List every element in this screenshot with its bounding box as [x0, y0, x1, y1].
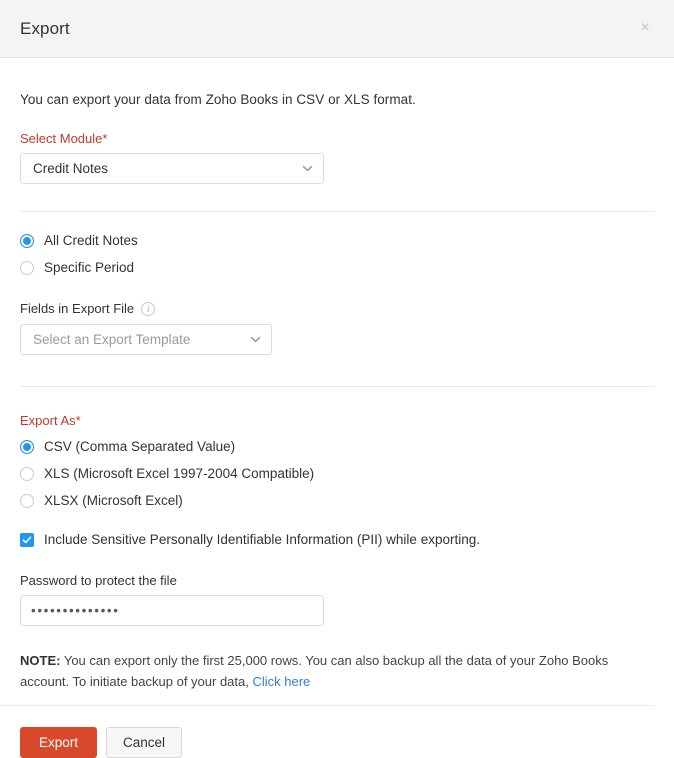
radio-label: XLS (Microsoft Excel 1997-2004 Compatibl… — [44, 466, 315, 481]
select-module-value: Credit Notes — [33, 161, 109, 176]
export-template-dropdown[interactable]: Select an Export Template — [20, 324, 272, 355]
radio-csv[interactable]: CSV (Comma Separated Value) — [20, 439, 654, 454]
radio-specific-period[interactable]: Specific Period — [20, 260, 654, 275]
checkbox-indicator — [20, 532, 34, 547]
radio-label: Specific Period — [44, 260, 135, 275]
divider-1 — [20, 211, 654, 212]
export-template-value: Select an Export Template — [33, 332, 191, 347]
export-dialog: Export × You can export your data from Z… — [0, 0, 674, 758]
select-module-block: Select Module* Credit Notes — [20, 131, 654, 184]
radio-label: All Credit Notes — [44, 233, 138, 248]
cancel-button[interactable]: Cancel — [106, 727, 183, 758]
fields-in-export-label-row: Fields in Export File i — [20, 301, 654, 316]
radio-indicator — [20, 233, 34, 248]
password-block: Password to protect the file — [20, 573, 654, 626]
radio-all-credit-notes[interactable]: All Credit Notes — [20, 233, 654, 248]
include-pii-checkbox[interactable]: Include Sensitive Personally Identifiabl… — [20, 532, 654, 547]
intro-text: You can export your data from Zoho Books… — [20, 92, 416, 107]
fields-in-export-label: Fields in Export File — [20, 301, 135, 316]
divider-2 — [20, 386, 654, 387]
radio-label: XLSX (Microsoft Excel) — [44, 493, 183, 508]
note-text: NOTE: You can export only the first 25,0… — [20, 650, 654, 692]
radio-xls[interactable]: XLS (Microsoft Excel 1997-2004 Compatibl… — [20, 466, 654, 481]
dialog-header: Export × — [0, 0, 674, 58]
export-scope-group: All Credit Notes Specific Period — [20, 233, 654, 275]
radio-indicator — [20, 260, 34, 275]
close-icon[interactable]: × — [634, 18, 656, 40]
chevron-down-icon — [302, 163, 313, 174]
backup-click-here-link[interactable]: Click here — [252, 674, 310, 689]
select-module-label: Select Module* — [20, 131, 108, 146]
info-icon[interactable]: i — [141, 301, 156, 316]
radio-indicator — [20, 493, 34, 508]
dialog-title: Export — [20, 18, 70, 38]
fields-in-export-block: Fields in Export File i Select an Export… — [20, 301, 654, 355]
include-pii-label: Include Sensitive Personally Identifiabl… — [44, 532, 480, 547]
export-as-label: Export As* — [20, 413, 81, 428]
radio-indicator — [20, 439, 34, 454]
radio-indicator — [20, 466, 34, 481]
dialog-body: You can export your data from Zoho Books… — [0, 58, 674, 758]
radio-label: CSV (Comma Separated Value) — [44, 439, 236, 454]
note-body: You can export only the first 25,000 row… — [20, 653, 609, 689]
password-input[interactable] — [20, 595, 324, 626]
checkmark-icon — [22, 536, 32, 543]
chevron-down-icon — [250, 334, 261, 345]
dialog-footer: Export Cancel — [20, 727, 654, 758]
radio-xlsx[interactable]: XLSX (Microsoft Excel) — [20, 493, 654, 508]
note-label: NOTE: — [20, 653, 61, 668]
select-module-dropdown[interactable]: Credit Notes — [20, 153, 324, 184]
export-button[interactable]: Export — [20, 727, 98, 758]
password-label: Password to protect the file — [20, 573, 177, 588]
export-as-group: Export As* CSV (Comma Separated Value) X… — [20, 413, 654, 508]
divider-3 — [0, 705, 654, 706]
